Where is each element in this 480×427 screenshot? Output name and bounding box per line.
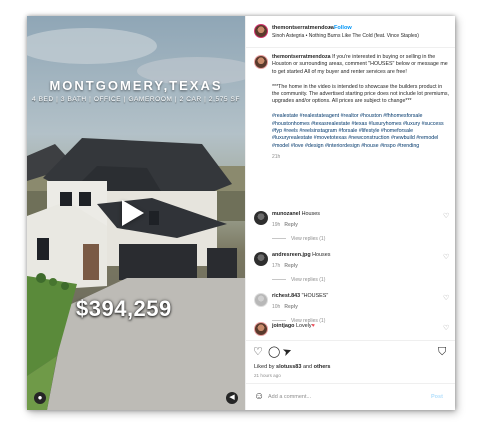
share-icon[interactable]: ➤ (281, 345, 294, 359)
heart-icon[interactable]: ♡ (443, 324, 449, 332)
audio-track-link[interactable]: Sinoh Astegria • Nothing Burns Like The … (272, 33, 419, 39)
video-title-overlay: MONTGOMERY,TEXAS (49, 78, 223, 93)
replies-line (272, 238, 286, 240)
speaker-icon[interactable]: ◀ (226, 392, 238, 404)
comment-time: 10h (272, 304, 281, 310)
avatar[interactable] (254, 211, 268, 225)
avatar[interactable] (254, 252, 268, 266)
avatar[interactable] (254, 322, 268, 336)
caption-time: 21h (272, 153, 281, 160)
avatar[interactable] (254, 293, 268, 307)
liked-by-prefix: Liked by (254, 364, 275, 370)
header-username[interactable]: themontserratmendoza (272, 25, 334, 31)
comment-username[interactable]: munozanel (272, 211, 300, 217)
video-subtitle-overlay: 4 BED | 3 BATH | OFFICE | GAMEROOM | 2 C… (31, 96, 241, 103)
separator-dot: • (329, 25, 331, 31)
view-replies-button[interactable]: View replies (1) (272, 236, 325, 242)
likes-summary: Liked by slotuss83 and others (254, 364, 330, 370)
like-heart-icon[interactable]: ♡ (253, 347, 263, 358)
caption-hashtags[interactable]: #realestate #realestateagent #realtor #h… (272, 113, 450, 150)
comment-text: jointjago Lovely♥ (272, 323, 315, 329)
avatar[interactable] (254, 24, 268, 38)
comment-body: Houses (312, 252, 331, 258)
heart-icon[interactable]: ♡ (443, 253, 449, 261)
comment-body: Houses (301, 211, 320, 217)
avatar[interactable] (254, 55, 268, 69)
view-replies-label: View replies (1) (291, 277, 326, 283)
reply-button[interactable]: Reply (284, 304, 298, 310)
post-actions: ♡ ◯ ➤ ⛉ Liked by slotuss83 and others 21… (246, 340, 455, 410)
heart-icon[interactable]: ♡ (443, 212, 449, 220)
comment-body: "HOUSES" (301, 293, 329, 299)
play-icon[interactable] (122, 200, 144, 226)
comment-meta: 17h Reply (272, 263, 298, 269)
caption-disclaimer: ***The home in the video is intended to … (272, 83, 450, 105)
comment-body: Lovely (295, 323, 312, 329)
emoji-icon[interactable]: ☺ (254, 392, 264, 402)
bookmark-icon[interactable]: ⛉ (438, 347, 446, 358)
liked-by-and: and (302, 364, 313, 370)
post-timestamp: 21 hours ago (254, 373, 281, 378)
replies-line (272, 279, 286, 281)
price-overlay: $394,259 (76, 296, 172, 321)
comment-text: munozanel Houses (272, 211, 320, 217)
comment-text: richest.843 "HOUSES" (272, 293, 328, 299)
comment-username[interactable]: andresreen.jpg (272, 252, 311, 258)
view-replies-label: View replies (1) (291, 236, 326, 242)
instagram-post-card: MONTGOMERY,TEXAS 4 BED | 3 BATH | OFFICE… (27, 16, 455, 410)
caption-username[interactable]: themontserratmendoza (272, 54, 331, 60)
red-heart-emoji: ♥ (311, 323, 315, 329)
video-player[interactable]: MONTGOMERY,TEXAS 4 BED | 3 BATH | OFFICE… (27, 16, 245, 410)
add-comment-input[interactable] (268, 391, 418, 403)
view-replies-button[interactable]: View replies (1) (272, 277, 325, 283)
comment-meta: 19h Reply (272, 222, 298, 228)
caption-text: themontserratmendoza If you're intereste… (272, 54, 450, 161)
comment-text: andresreen.jpg Houses (272, 252, 330, 258)
follow-button[interactable]: Follow (334, 25, 352, 31)
comment-time: 17h (272, 263, 281, 269)
liked-by-username[interactable]: slotuss83 (276, 364, 301, 370)
reply-button[interactable]: Reply (284, 222, 298, 228)
post-comment-button[interactable]: Post (431, 394, 443, 400)
comment-username[interactable]: richest.843 (272, 293, 300, 299)
reply-button[interactable]: Reply (284, 263, 298, 269)
post-header: themontserratmendoza • Follow Sinoh Aste… (246, 16, 455, 48)
post-details-panel: themontserratmendoza • Follow Sinoh Aste… (245, 16, 455, 410)
liked-by-others[interactable]: others (314, 364, 331, 370)
comment-username[interactable]: jointjago (272, 323, 294, 329)
person-icon[interactable]: ● (34, 392, 46, 404)
comment-time: 19h (272, 222, 281, 228)
replies-line (272, 320, 286, 322)
heart-icon[interactable]: ♡ (443, 294, 449, 302)
comment-meta: 10h Reply (272, 304, 298, 310)
comment-icon[interactable]: ◯ (268, 347, 280, 358)
add-comment-bar: ☺ Post (246, 383, 455, 410)
